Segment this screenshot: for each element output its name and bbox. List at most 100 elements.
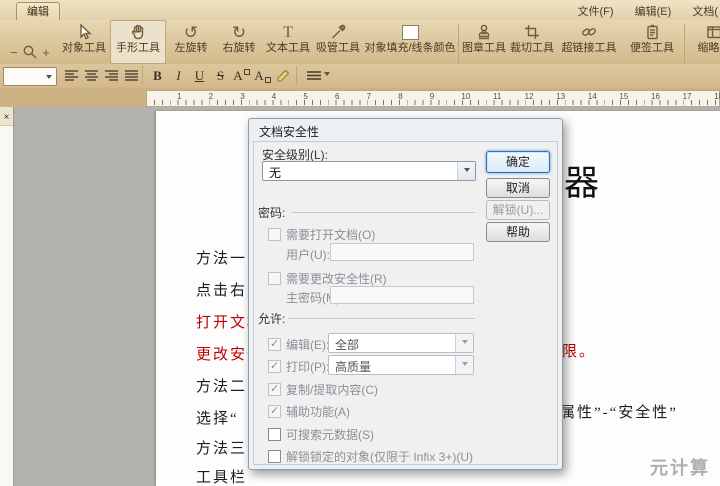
dialog-body: 安全级别(L): 无 确定 取消 解锁(U)... 帮助 密码: 需要打开文档(… <box>253 141 558 465</box>
searchable-metadata-checkbox[interactable]: 可搜索元数据(S) <box>268 426 374 443</box>
tab-edit[interactable]: 编辑 <box>16 2 60 21</box>
unlock-locked-objects-checkbox[interactable]: 解锁锁定的对象(仅限于 Infix 3+)(U) <box>268 448 473 465</box>
line-style-icon <box>307 71 321 80</box>
ruler-number: 9 <box>430 92 434 101</box>
ruler-number: 3 <box>240 92 244 101</box>
align-right-button[interactable] <box>102 66 121 85</box>
bold-button[interactable]: B <box>148 66 167 85</box>
crop-tool-button[interactable]: 裁切工具 <box>509 21 555 63</box>
menu-file[interactable]: 文件(F) <box>577 6 613 18</box>
subscript-button[interactable]: A <box>253 66 272 85</box>
checkbox-checked-icon <box>268 405 281 418</box>
ruler-number: 10 <box>461 92 470 101</box>
rotate-left-icon: ↺ <box>184 24 198 41</box>
edit-permission-combo: 全部 <box>328 333 474 353</box>
ruler-number: 18 <box>714 92 720 101</box>
master-password-input <box>330 286 474 304</box>
document-heading-fragment: 器 <box>564 155 599 206</box>
menu-edit[interactable]: 编辑(E) <box>635 6 672 18</box>
italic-button[interactable]: I <box>169 66 188 85</box>
magnifier-icon <box>22 44 38 60</box>
dialog-title: 文档安全性 <box>259 123 319 140</box>
require-open-password-checkbox[interactable]: 需要打开文档(O) <box>268 226 375 243</box>
ribbon-toolbar: − + 100% 对象工具 手形工具 ↺ 左旋转 ↻ 右旋转 T 文本工具 <box>0 20 720 65</box>
hyperlink-tool-button[interactable]: 超链接工具 <box>558 21 620 63</box>
ruler-number: 2 <box>209 92 213 101</box>
doc-line: 方法二: <box>196 375 253 396</box>
checkbox-icon <box>268 228 281 241</box>
chevron-down-icon <box>464 168 470 175</box>
checkbox-icon <box>268 450 281 463</box>
security-level-combo[interactable]: 无 <box>262 161 476 181</box>
highlighter-button[interactable] <box>274 66 293 85</box>
ruler-number: 16 <box>651 92 660 101</box>
document-security-dialog: 文档安全性 安全级别(L): 无 确定 取消 解锁(U)... 帮助 密码: 需… <box>248 118 563 470</box>
eyedropper-tool-button[interactable]: 吸管工具 <box>314 21 362 63</box>
chevron-down-icon <box>462 362 468 369</box>
ruler-row: 123456789101112131415161718 <box>0 88 720 107</box>
thumbnail-panel-button[interactable]: 缩略图 <box>688 21 720 63</box>
require-change-password-checkbox[interactable]: 需要更改安全性(R) <box>268 270 387 287</box>
panel-icon <box>705 23 720 41</box>
sticky-note-tool-button[interactable]: 便签工具 <box>624 21 680 63</box>
app-window: 编辑 文件(F) 编辑(E) 文档( − + 100% 对象工具 手形工具 ↺ … <box>0 0 720 486</box>
rotate-left-button[interactable]: ↺ 左旋转 <box>168 21 214 63</box>
ruler-number: 8 <box>398 92 402 101</box>
chevron-down-icon <box>46 75 52 82</box>
align-left-icon <box>65 70 78 81</box>
font-size-combo[interactable] <box>3 67 57 86</box>
allow-edit-checkbox: 编辑(E): <box>268 336 329 353</box>
unlock-button: 解锁(U)... <box>486 200 550 220</box>
ok-button[interactable]: 确定 <box>486 151 550 173</box>
doc-line: 选择“ <box>196 407 239 428</box>
ruler-number: 13 <box>556 92 565 101</box>
checkbox-checked-icon <box>268 338 281 351</box>
align-justify-button[interactable] <box>122 66 141 85</box>
align-center-button[interactable] <box>82 66 101 85</box>
align-center-icon <box>85 70 98 81</box>
underline-button[interactable]: U <box>190 66 209 85</box>
horizontal-ruler[interactable]: 123456789101112131415161718 <box>146 90 720 107</box>
print-permission-combo: 高质量 <box>328 355 474 375</box>
align-left-button[interactable] <box>62 66 81 85</box>
section-divider <box>288 318 475 319</box>
help-button[interactable]: 帮助 <box>486 222 550 242</box>
superscript-button[interactable]: A <box>232 66 251 85</box>
ruler-number: 1 <box>177 92 181 101</box>
ruler-number: 12 <box>525 92 534 101</box>
menu-document[interactable]: 文档( <box>692 6 718 18</box>
text-tool-button[interactable]: T 文本工具 <box>264 21 312 63</box>
ruler-number: 11 <box>493 92 501 101</box>
doc-line-fragment: 属性”-“安全性” <box>560 401 678 422</box>
stamp-tool-button[interactable]: 图章工具 <box>461 21 507 63</box>
color-swatch-icon <box>402 25 419 40</box>
fill-line-color-button[interactable]: 对象填充/线条颜色 <box>364 21 456 63</box>
object-tool-button[interactable]: 对象工具 <box>60 21 108 63</box>
side-panel-strip: × <box>0 107 14 486</box>
line-style-dropdown[interactable] <box>302 66 334 85</box>
cancel-button[interactable]: 取消 <box>486 178 550 198</box>
watermark: 元计算 <box>650 454 710 480</box>
ruler-number: 6 <box>335 92 339 101</box>
checkbox-checked-icon <box>268 360 281 373</box>
highlighter-icon <box>276 68 291 83</box>
rotate-right-button[interactable]: ↻ 右旋转 <box>216 21 262 63</box>
align-right-icon <box>105 70 118 81</box>
close-icon[interactable]: × <box>4 112 10 123</box>
menubar: 文件(F) 编辑(E) 文档( <box>559 3 718 19</box>
strikethrough-button[interactable]: S <box>211 66 230 85</box>
allow-print-checkbox: 打印(P): <box>268 358 329 375</box>
link-icon <box>580 23 598 41</box>
doc-line-fragment: 限。 <box>562 340 596 361</box>
side-panel-header: × <box>0 107 13 126</box>
text-tool-icon: T <box>283 24 293 41</box>
toolbar-separator <box>142 66 143 85</box>
hand-icon <box>129 23 147 41</box>
zoom-out-button[interactable]: − <box>9 45 19 60</box>
checkbox-icon <box>268 272 281 285</box>
hand-tool-button[interactable]: 手形工具 <box>110 20 166 64</box>
format-toolbar: B I U S A A <box>0 64 720 89</box>
zoom-in-button[interactable]: + <box>41 45 51 60</box>
user-password-input <box>330 243 474 261</box>
password-section-label: 密码: <box>258 204 285 221</box>
